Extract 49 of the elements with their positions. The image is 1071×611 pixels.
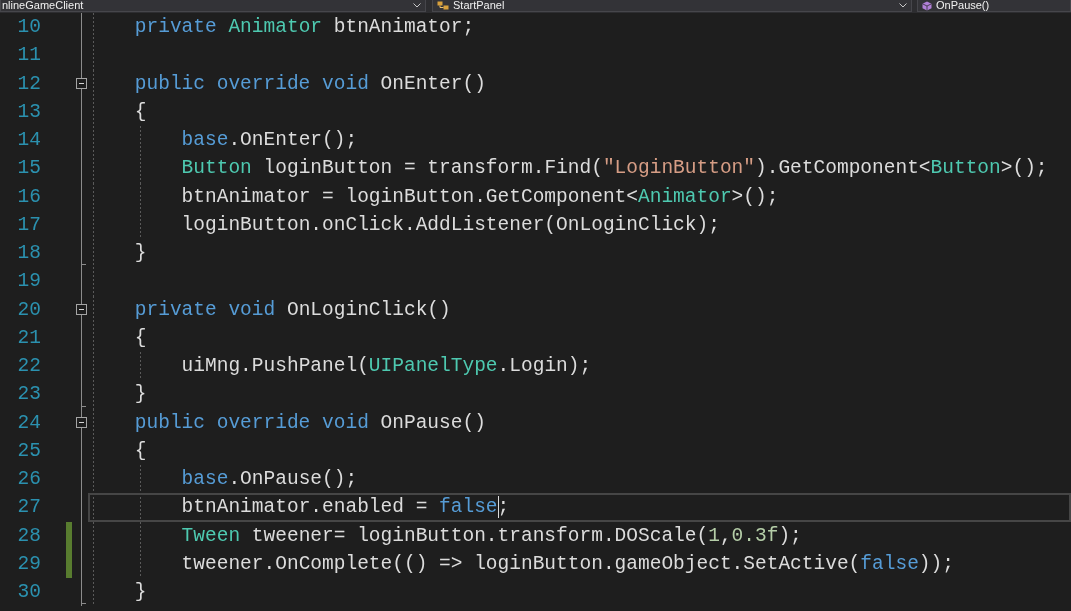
line-number: 25 [17,439,41,462]
line-number: 30 [17,581,41,604]
collapse-icon[interactable] [76,304,87,316]
line-number: 16 [17,185,41,208]
line-number: 27 [17,496,41,519]
line-number: 26 [17,468,41,491]
line-number: 19 [17,270,41,293]
code-line: Button loginButton = transform.Find("LoginButton").GetComponent<Button>(); [181,157,1048,180]
code-line: } [134,383,147,406]
line-number: 11 [17,44,41,67]
code-line: btnAnimator = loginButton.GetComponent<Animator>(); [181,185,779,208]
line-number: 10 [17,16,41,39]
line-number: 17 [17,213,41,236]
connected-boxes-icon [437,1,449,10]
code-line: private Animator btnAnimator; [134,16,475,39]
code-line: public override void OnPause() [134,411,486,434]
member-dropdown[interactable]: OnPause() [917,0,1071,12]
line-number: 18 [17,242,41,265]
code-line: { [134,439,147,462]
line-number: 23 [17,383,41,406]
collapse-icon[interactable] [76,78,87,90]
code-line: Tween tweener= loginButton.transform.DOScale(1,0.3f); [181,524,802,547]
code-line: public override void OnEnter() [134,72,486,95]
chevron-down-icon [413,3,421,8]
line-number: 24 [17,411,41,434]
type-dropdown[interactable]: StartPanel [432,0,912,12]
code-line: } [134,242,147,265]
code-line: loginButton.onClick.AddListener(OnLoginClick); [181,213,720,236]
line-number: 28 [17,524,41,547]
line-number: 22 [17,355,41,378]
line-number: 14 [17,129,41,152]
chevron-down-icon [899,3,907,8]
line-number: 21 [17,326,41,349]
code-line: tweener.OnComplete(() => loginButton.gameObject.SetActive(false)); [181,552,954,575]
code-line: { [134,100,147,123]
project-dropdown[interactable]: nlineGameClient [0,0,426,12]
code-line: uiMng.PushPanel(UIPanelType.Login); [181,355,592,378]
line-number: 13 [17,100,41,123]
line-number: 15 [17,157,41,180]
code-line: btnAnimator.enabled = false; [181,496,510,519]
code-line: { [134,326,147,349]
line-number: 12 [17,72,41,95]
line-number: 20 [17,298,41,321]
line-number: 29 [17,552,41,575]
code-line: base.OnEnter(); [181,129,358,152]
collapse-icon[interactable] [76,417,87,429]
code-line: private void OnLoginClick() [134,298,451,321]
code-line: base.OnPause(); [181,468,358,491]
code-line: } [134,581,147,604]
